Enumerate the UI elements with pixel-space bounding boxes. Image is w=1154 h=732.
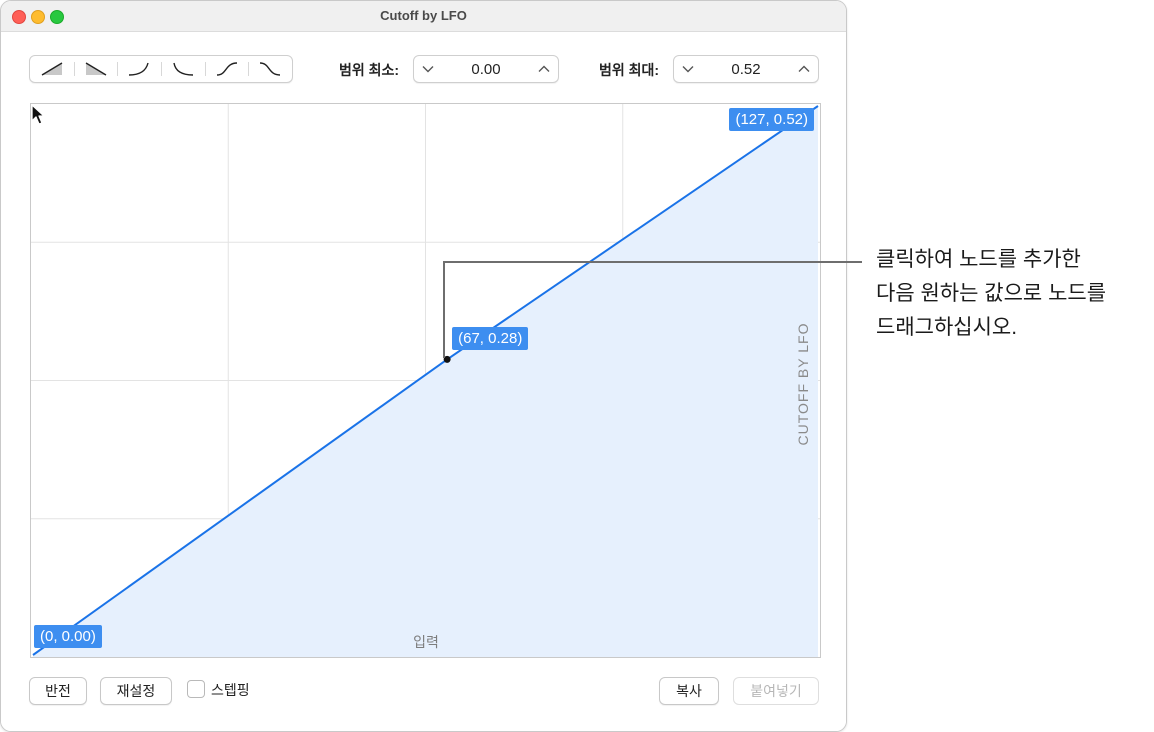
annotation-line: 다음 원하는 값으로 노드를 [876, 282, 1107, 305]
annotation-line: 드래그하십시오. [876, 316, 1018, 339]
annotation-line: 클릭하여 노드를 추가한 [876, 248, 1081, 271]
callout-leader-line [443, 261, 862, 358]
annotation-callout: 클릭하여 노드를 추가한 다음 원하는 값으로 노드를 드래그하십시오. [876, 243, 1146, 345]
